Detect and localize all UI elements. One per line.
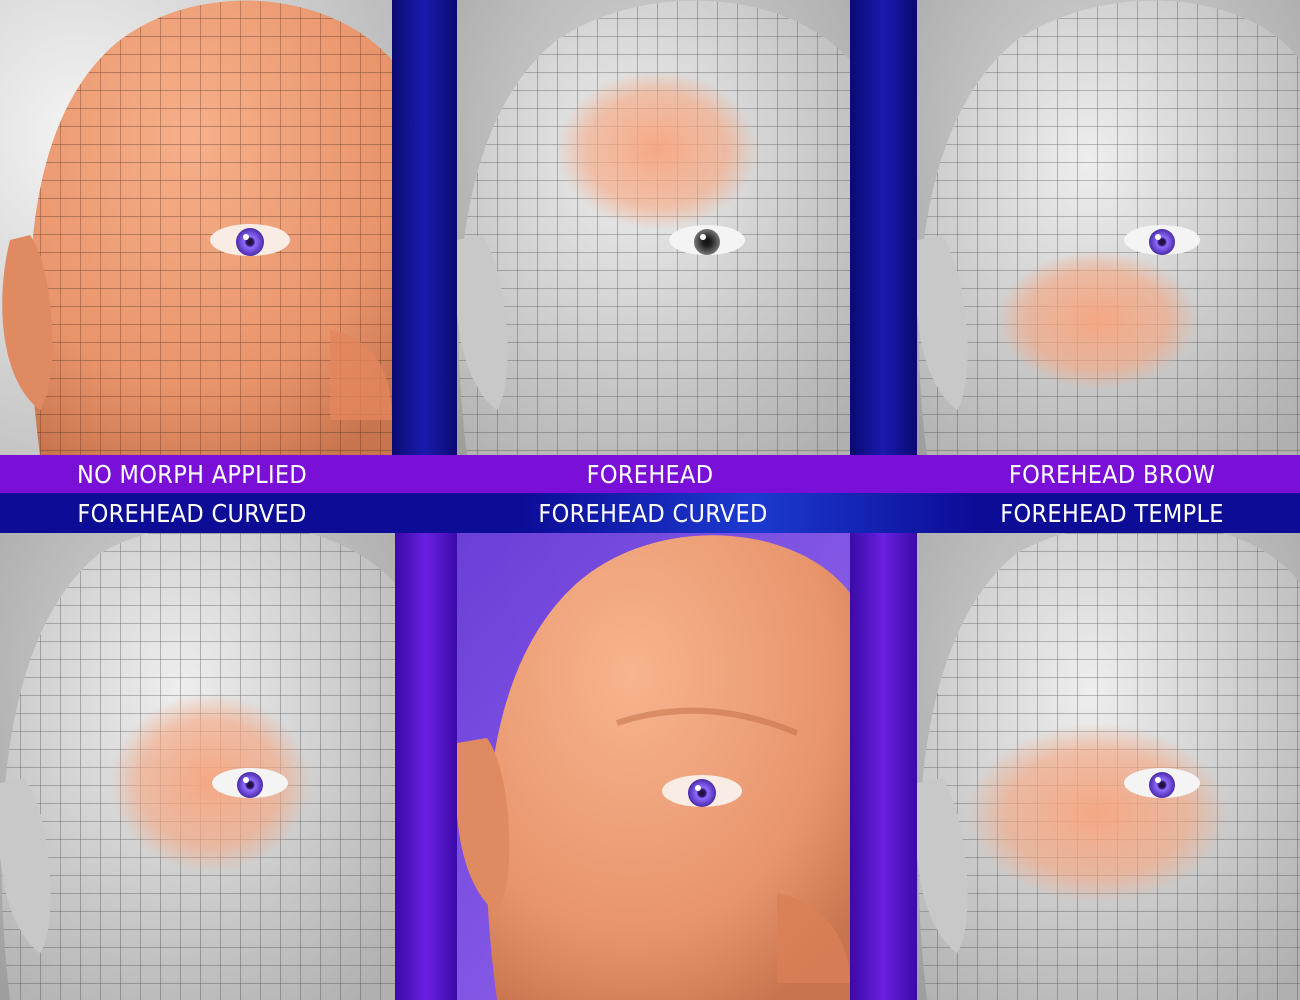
panel-forehead-brow — [917, 0, 1300, 455]
label-forehead-brow: FOREHEAD BROW — [1008, 459, 1216, 489]
label-forehead-curved-left: FOREHEAD CURVED — [77, 498, 307, 528]
panel-forehead — [457, 0, 850, 455]
grey-head-mesh-curved — [0, 533, 395, 1000]
panel-forehead-curved-mesh — [0, 533, 395, 1000]
vertical-divider — [395, 533, 457, 1000]
label-band-bottom: FOREHEAD CURVED FOREHEAD CURVED FOREHEAD… — [0, 493, 1300, 533]
label-band-top: NO MORPH APPLIED FOREHEAD FOREHEAD BROW — [0, 455, 1300, 493]
label-forehead-curved-center: FOREHEAD CURVED — [538, 498, 768, 528]
bald-head-smooth-render — [457, 533, 850, 1000]
vertical-divider — [850, 533, 917, 1000]
panel-forehead-temple — [917, 533, 1300, 1000]
label-forehead-temple: FOREHEAD TEMPLE — [1000, 498, 1224, 528]
grey-head-mesh-brow — [917, 0, 1300, 455]
vertical-divider — [392, 0, 457, 455]
label-no-morph-applied: NO MORPH APPLIED — [76, 459, 308, 489]
vertical-divider — [850, 0, 917, 455]
panel-forehead-curved-render — [457, 533, 850, 1000]
grey-head-mesh-temple — [917, 533, 1300, 1000]
bald-head-mesh-render — [0, 0, 392, 455]
label-forehead: FOREHEAD — [586, 459, 714, 489]
grey-head-mesh-forehead — [457, 0, 850, 455]
panel-no-morph — [0, 0, 392, 455]
